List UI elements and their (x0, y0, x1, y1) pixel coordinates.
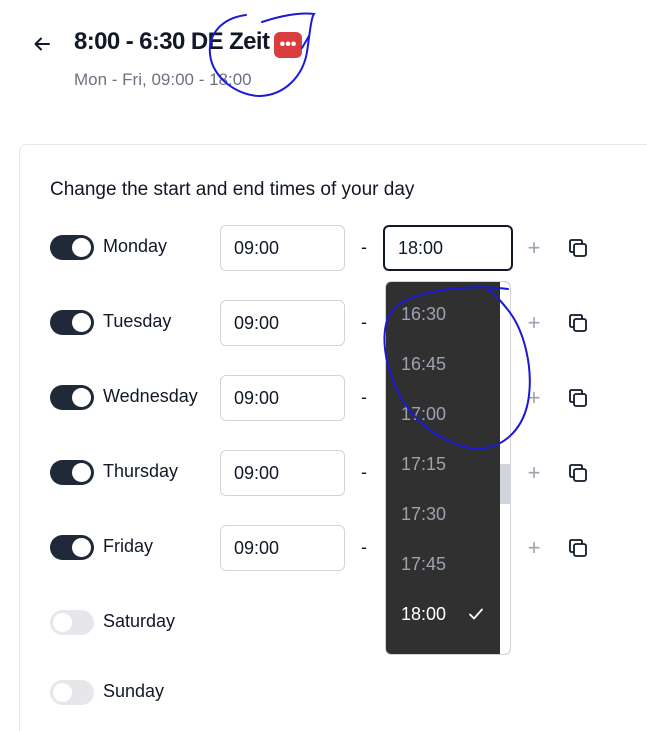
copy-icon[interactable] (567, 387, 589, 409)
toggle-saturday[interactable] (50, 610, 94, 635)
day-row-thursday: Thursday 09:00 - + (50, 450, 610, 496)
add-time-button[interactable]: + (524, 460, 544, 485)
time-option[interactable]: 16:30 (386, 289, 500, 339)
toggle-monday[interactable] (50, 235, 94, 260)
page-subtitle: Mon - Fri, 09:00 - 18:00 (74, 70, 252, 89)
dropdown-scrollbar[interactable] (500, 282, 510, 654)
end-time-dropdown[interactable]: 16:30 16:45 17:00 17:15 17:30 17:45 18:0… (385, 281, 511, 655)
scrollbar-thumb[interactable] (500, 464, 510, 504)
end-time-input[interactable]: 18:00 (383, 225, 513, 271)
toggle-tuesday[interactable] (50, 310, 94, 335)
start-time-input[interactable]: 09:00 (220, 375, 345, 421)
time-option[interactable]: 16:45 (386, 339, 500, 389)
time-separator: - (361, 387, 367, 407)
day-row-friday: Friday 09:00 - + (50, 525, 610, 571)
time-option[interactable]: 17:45 (386, 539, 500, 589)
arrow-left-icon (34, 37, 50, 51)
add-time-button[interactable]: + (524, 310, 544, 335)
more-options-badge[interactable]: ••• (274, 32, 302, 58)
time-option[interactable]: 17:00 (386, 389, 500, 439)
day-label: Sunday (103, 681, 165, 701)
back-button[interactable] (30, 32, 54, 56)
add-time-button[interactable]: + (524, 385, 544, 410)
copy-icon[interactable] (567, 462, 589, 484)
page-title[interactable]: 8:00 - 6:30 DE Zeit (74, 28, 270, 56)
copy-icon[interactable] (567, 237, 589, 259)
add-time-button[interactable]: + (524, 235, 544, 260)
day-label: Wednesday (103, 386, 198, 406)
day-row-sunday: Sunday (50, 670, 610, 716)
day-label: Friday (103, 536, 154, 556)
time-separator: - (361, 537, 367, 557)
start-time-input[interactable]: 09:00 (220, 300, 345, 346)
start-time-input[interactable]: 09:00 (220, 450, 345, 496)
toggle-wednesday[interactable] (50, 385, 94, 410)
start-time-input[interactable]: 09:00 (220, 525, 345, 571)
toggle-friday[interactable] (50, 535, 94, 560)
start-time-input[interactable]: 09:00 (220, 225, 345, 271)
day-row-saturday: Saturday (50, 600, 610, 646)
add-time-button[interactable]: + (524, 535, 544, 560)
card-heading: Change the start and end times of your d… (50, 179, 415, 200)
toggle-thursday[interactable] (50, 460, 94, 485)
day-label: Monday (103, 236, 168, 256)
copy-icon[interactable] (567, 537, 589, 559)
day-label: Thursday (103, 461, 179, 481)
time-option-selected[interactable]: 18:00 (386, 589, 500, 639)
time-option-label: 18:00 (401, 603, 447, 624)
time-option[interactable]: 17:30 (386, 489, 500, 539)
day-row-wednesday: Wednesday 09:00 - + (50, 375, 610, 421)
toggle-sunday[interactable] (50, 680, 94, 705)
time-separator: - (361, 462, 367, 482)
day-row-monday: Monday 09:00 - 18:00 + (50, 225, 610, 271)
day-row-tuesday: Tuesday 09:00 - + (50, 300, 610, 346)
day-label: Tuesday (103, 311, 172, 331)
checkmark-icon (469, 608, 483, 620)
time-separator: - (361, 237, 367, 257)
copy-icon[interactable] (567, 312, 589, 334)
day-label: Saturday (103, 611, 176, 631)
time-option[interactable]: 17:15 (386, 439, 500, 489)
time-separator: - (361, 312, 367, 332)
